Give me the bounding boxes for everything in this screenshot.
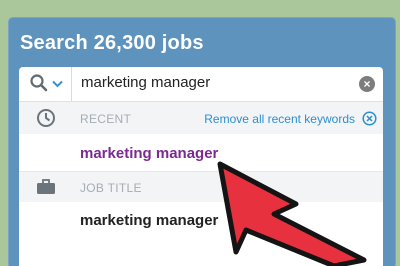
- close-circle-icon[interactable]: [362, 111, 377, 126]
- page-title: Search 26,300 jobs: [20, 32, 204, 54]
- search-icon: [30, 74, 48, 92]
- job-title-suggestion-item[interactable]: marketing manager: [80, 212, 218, 229]
- clear-icon[interactable]: ×: [359, 76, 375, 92]
- recent-section-header: RECENT Remove all recent keywords: [19, 102, 383, 134]
- search-input[interactable]: marketing manager: [81, 74, 210, 91]
- briefcase-icon: [37, 179, 55, 194]
- recent-suggestion-item[interactable]: marketing manager: [80, 145, 218, 162]
- recent-label: RECENT: [80, 112, 132, 126]
- pointer-arrow-icon: [217, 161, 367, 266]
- remove-recent-keywords-link[interactable]: Remove all recent keywords: [204, 112, 355, 126]
- job-title-label: JOB TITLE: [80, 181, 142, 195]
- clock-icon: [37, 109, 55, 127]
- screen: Search 26,300 jobs marketing manager × R…: [0, 0, 400, 266]
- search-bar: marketing manager ×: [19, 67, 383, 102]
- search-scope-button[interactable]: [19, 67, 72, 101]
- chevron-down-icon: [52, 80, 63, 88]
